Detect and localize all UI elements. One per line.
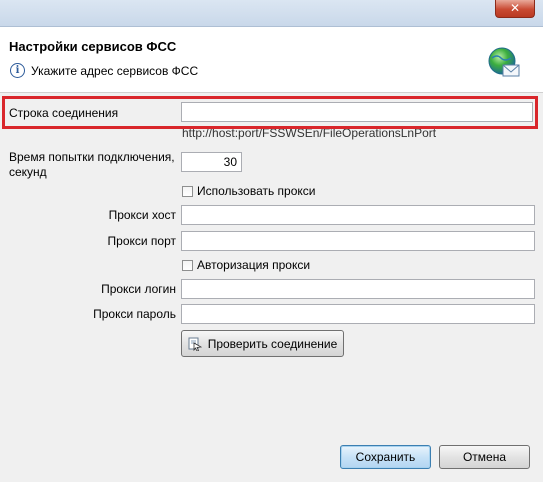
header-message-text: Укажите адрес сервисов ФСС	[31, 63, 199, 78]
timeout-input[interactable]	[181, 152, 242, 172]
close-button[interactable]: ✕	[495, 0, 535, 18]
proxy-host-input[interactable]	[181, 205, 535, 225]
proxy-host-label: Прокси хост	[108, 208, 176, 222]
window-titlebar: ✕	[0, 0, 543, 27]
proxy-auth-checkbox-row[interactable]: Авторизация прокси	[182, 258, 310, 272]
proxy-port-input[interactable]	[181, 231, 535, 251]
dialog-title: Настройки сервисов ФСС	[9, 39, 177, 54]
proxy-login-label: Прокси логин	[101, 282, 176, 296]
timeout-label-line1: Время попытки подключения,	[9, 150, 175, 164]
connection-hint: http://host:port/FSSWSEn/FileOperationsL…	[182, 129, 437, 140]
globe-mail-icon	[488, 47, 520, 77]
use-proxy-label: Использовать прокси	[197, 184, 316, 198]
test-connection-button[interactable]: Проверить соединение	[181, 330, 344, 357]
dialog-header: Настройки сервисов ФСС i Укажите адрес с…	[0, 27, 543, 93]
proxy-login-input[interactable]	[181, 279, 535, 299]
use-proxy-checkbox-row[interactable]: Использовать прокси	[182, 184, 316, 198]
proxy-auth-label: Авторизация прокси	[197, 258, 311, 272]
test-connection-label: Проверить соединение	[207, 336, 338, 351]
info-icon: i	[10, 63, 25, 78]
timeout-label-line2: секунд	[9, 165, 47, 179]
connection-label: Строка соединения	[9, 106, 119, 120]
use-proxy-checkbox[interactable]	[182, 185, 193, 197]
proxy-port-label: Прокси порт	[107, 234, 176, 248]
test-connection-icon	[188, 337, 202, 351]
connection-string-input[interactable]	[181, 102, 533, 122]
proxy-auth-checkbox[interactable]	[182, 259, 193, 271]
proxy-password-label: Прокси пароль	[93, 307, 176, 321]
header-message: i Укажите адрес сервисов ФСС	[10, 63, 198, 78]
save-button[interactable]: Сохранить	[340, 445, 431, 469]
proxy-password-input[interactable]	[181, 304, 535, 324]
cancel-button[interactable]: Отмена	[439, 445, 530, 469]
